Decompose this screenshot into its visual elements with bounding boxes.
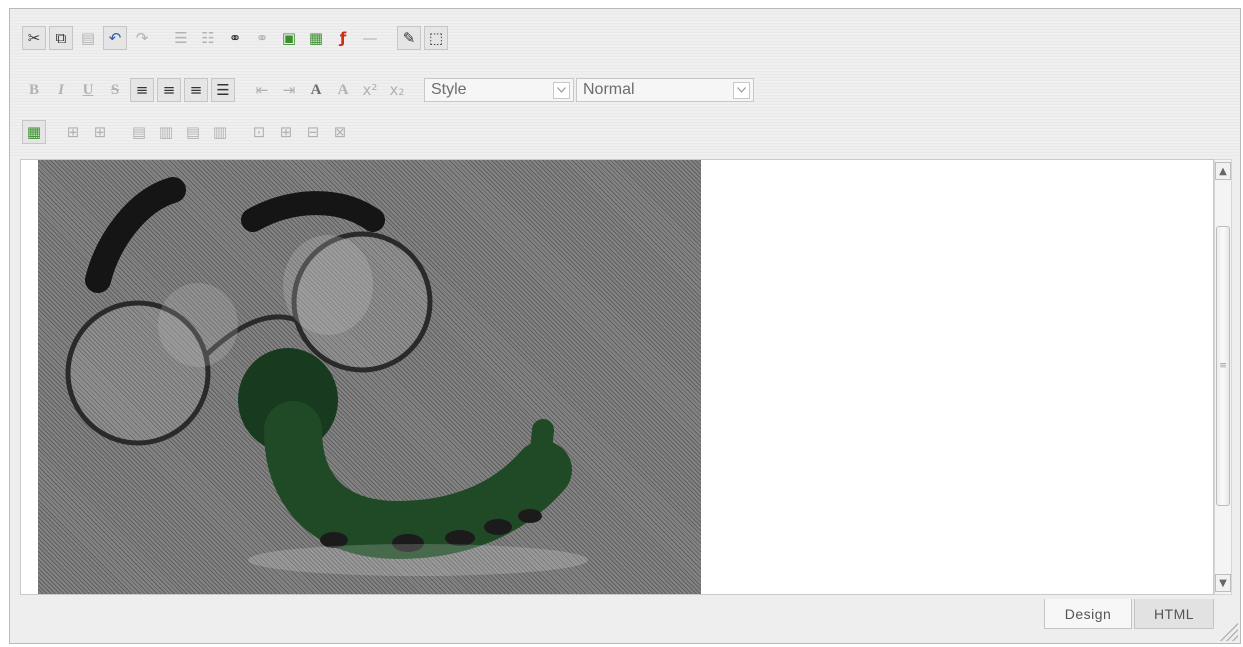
ordered-list-icon[interactable]: ☰ — [169, 26, 193, 50]
delete-column-icon[interactable]: ▥ — [208, 120, 232, 144]
align-center-icon[interactable]: ≡ — [157, 78, 181, 102]
align-left-icon[interactable]: ≡ — [130, 78, 154, 102]
insert-row-below-icon[interactable]: ⊞ — [88, 120, 112, 144]
subscript-icon[interactable]: x₂ — [385, 78, 409, 102]
insert-image-icon[interactable]: ▣ — [277, 26, 301, 50]
insert-row-above-icon[interactable]: ⊞ — [61, 120, 85, 144]
caterpillar-image — [38, 160, 701, 594]
resize-grip-icon[interactable] — [1218, 621, 1238, 641]
vertical-scrollbar[interactable]: ▲ ≡ ▼ — [1214, 159, 1232, 595]
merge-cells-icon[interactable]: ⊡ — [247, 120, 271, 144]
editor-footer: Design HTML — [10, 596, 1240, 643]
insert-column-left-icon[interactable]: ▥ — [154, 120, 178, 144]
toolbar-area: ✂ ⧉ ▤ ↶ ↷ ☰ ☷ ⚭ ⚭ ▣ ▦ ƒ — ✎ ⬚ B I U S ≡ … — [10, 9, 1240, 158]
rich-text-editor: ✂ ⧉ ▤ ↶ ↷ ☰ ☷ ⚭ ⚭ ▣ ▦ ƒ — ✎ ⬚ B I U S ≡ … — [9, 8, 1241, 644]
insert-column-right-icon[interactable]: ▤ — [181, 120, 205, 144]
scrollbar-thumb[interactable]: ≡ — [1216, 226, 1230, 506]
split-cell-icon[interactable]: ⊞ — [274, 120, 298, 144]
align-right-icon[interactable]: ≡ — [184, 78, 208, 102]
bold-icon[interactable]: B — [22, 78, 46, 102]
chevron-down-icon — [553, 81, 570, 99]
flash-icon[interactable]: ƒ — [331, 26, 355, 50]
justify-icon[interactable]: ☰ — [211, 78, 235, 102]
style-select[interactable]: Style — [424, 78, 574, 102]
font-color-icon[interactable]: A — [304, 78, 328, 102]
delete-row-icon[interactable]: ▤ — [127, 120, 151, 144]
image-gallery-icon[interactable]: ▦ — [304, 26, 328, 50]
undo-icon[interactable]: ↶ — [103, 26, 127, 50]
copy-icon[interactable]: ⧉ — [49, 26, 73, 50]
indent-icon[interactable]: ⇥ — [277, 78, 301, 102]
format-select-value: Normal — [583, 81, 635, 98]
paste-icon[interactable]: ▤ — [76, 26, 100, 50]
unordered-list-icon[interactable]: ☷ — [196, 26, 220, 50]
insert-link-icon[interactable]: ⚭ — [223, 26, 247, 50]
toolbar-row-2: B I U S ≡ ≡ ≡ ☰ ⇤ ⇥ A A x² x₂ Style Norm… — [22, 75, 756, 105]
chevron-down-icon — [733, 81, 750, 99]
tab-design[interactable]: Design — [1044, 599, 1132, 629]
toolbar-row-3: ▦ ⊞ ⊞ ▤ ▥ ▤ ▥ ⊡ ⊞ ⊟ ⊠ — [22, 117, 355, 147]
edit-icon[interactable]: ✎ — [397, 26, 421, 50]
editor-content-area[interactable] — [20, 159, 1214, 595]
cell-properties-icon[interactable]: ⊟ — [301, 120, 325, 144]
redo-icon[interactable]: ↷ — [130, 26, 154, 50]
strikethrough-icon[interactable]: S — [103, 78, 127, 102]
horizontal-rule-icon[interactable]: — — [358, 26, 382, 50]
insert-table-icon[interactable]: ▦ — [22, 120, 46, 144]
outdent-icon[interactable]: ⇤ — [250, 78, 274, 102]
format-select[interactable]: Normal — [576, 78, 754, 102]
toolbar-row-1: ✂ ⧉ ▤ ↶ ↷ ☰ ☷ ⚭ ⚭ ▣ ▦ ƒ — ✎ ⬚ — [22, 23, 451, 53]
tab-html[interactable]: HTML — [1134, 599, 1214, 629]
italic-icon[interactable]: I — [49, 78, 73, 102]
highlight-icon[interactable]: A — [331, 78, 355, 102]
scroll-up-icon[interactable]: ▲ — [1215, 162, 1231, 180]
underline-icon[interactable]: U — [76, 78, 100, 102]
show-borders-icon[interactable]: ⬚ — [424, 26, 448, 50]
table-properties-icon[interactable]: ⊠ — [328, 120, 352, 144]
cut-icon[interactable]: ✂ — [22, 26, 46, 50]
superscript-icon[interactable]: x² — [358, 78, 382, 102]
style-select-value: Style — [431, 81, 467, 98]
scroll-down-icon[interactable]: ▼ — [1215, 574, 1231, 592]
remove-link-icon[interactable]: ⚭ — [250, 26, 274, 50]
